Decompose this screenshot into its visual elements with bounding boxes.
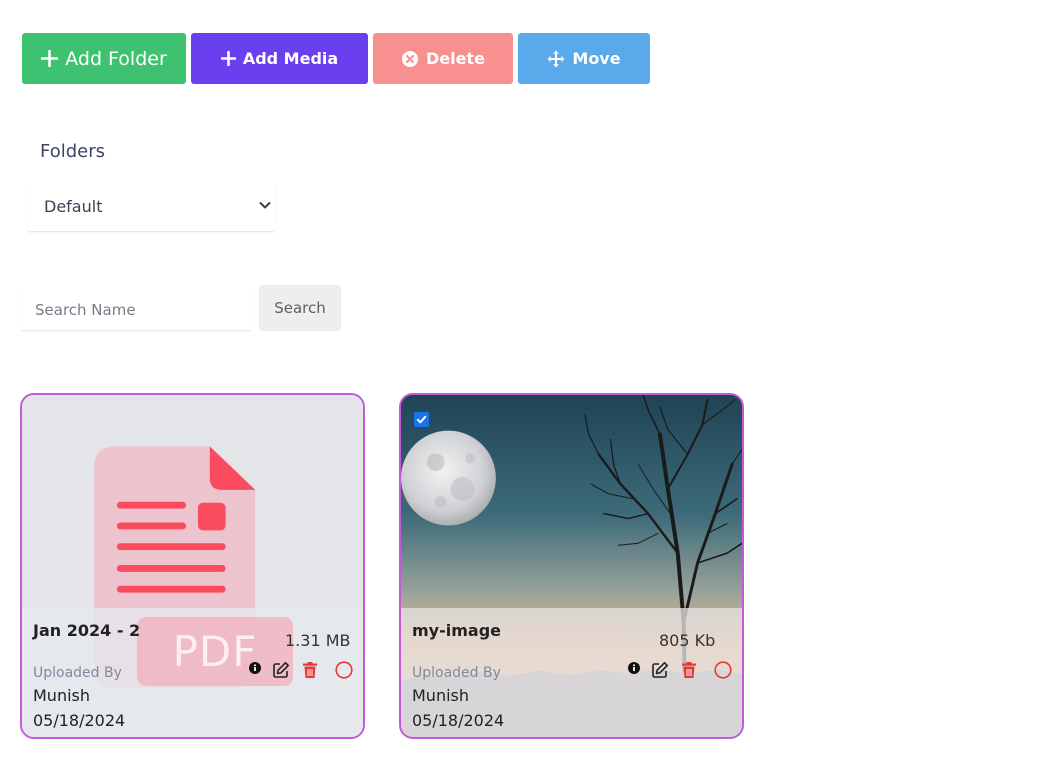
pdf-badge: PDF [137, 617, 293, 686]
uploader-name: Munish [33, 686, 91, 705]
select-checkbox[interactable] [414, 412, 429, 427]
circle-x-icon [401, 50, 419, 68]
media-size: 805 Kb [659, 631, 716, 650]
trash-icon[interactable] [301, 661, 319, 679]
media-card[interactable]: PDF Jan 2024 - 2 1.31 MB Uploaded By Mun… [20, 393, 365, 739]
uploaded-by-label: Uploaded By [33, 665, 122, 681]
trash-icon[interactable] [680, 661, 698, 679]
folders-label: Folders [40, 141, 106, 162]
media-name: Jan 2024 - 2 [33, 621, 141, 640]
upload-date: 05/18/2024 [33, 711, 126, 730]
folder-select[interactable]: Default [27, 181, 275, 232]
media-name: my-image [412, 621, 501, 640]
add-media-button[interactable]: Add Media [191, 33, 368, 84]
checkmark-icon [416, 415, 427, 424]
plus-icon [220, 51, 236, 66]
delete-label: Delete [426, 49, 485, 68]
folder-select-value: Default [44, 196, 103, 216]
uploader-name: Munish [412, 686, 470, 705]
edit-icon[interactable] [651, 661, 669, 679]
uploaded-by-label: Uploaded By [412, 665, 501, 681]
select-circle-icon[interactable] [714, 661, 732, 679]
delete-button[interactable]: Delete [373, 33, 513, 84]
media-size: 1.31 MB [285, 631, 351, 650]
add-folder-button[interactable]: Add Folder [22, 33, 186, 84]
edit-icon[interactable] [272, 661, 290, 679]
plus-icon [41, 50, 59, 67]
info-icon[interactable] [246, 661, 264, 679]
move-arrows-icon [547, 50, 565, 68]
add-folder-label: Add Folder [65, 47, 167, 70]
search-input[interactable] [22, 290, 250, 331]
search-button[interactable]: Search [259, 285, 341, 331]
chevron-down-icon [257, 197, 273, 213]
add-media-label: Add Media [242, 49, 339, 68]
select-circle-icon[interactable] [335, 661, 353, 679]
upload-date: 05/18/2024 [412, 711, 505, 730]
move-button[interactable]: Move [518, 33, 650, 84]
info-icon[interactable] [625, 661, 643, 679]
move-label: Move [572, 49, 621, 68]
pdf-badge-text: PDF [172, 627, 258, 676]
media-card[interactable]: my-image 805 Kb Uploaded By Munish 05/18… [399, 393, 744, 739]
